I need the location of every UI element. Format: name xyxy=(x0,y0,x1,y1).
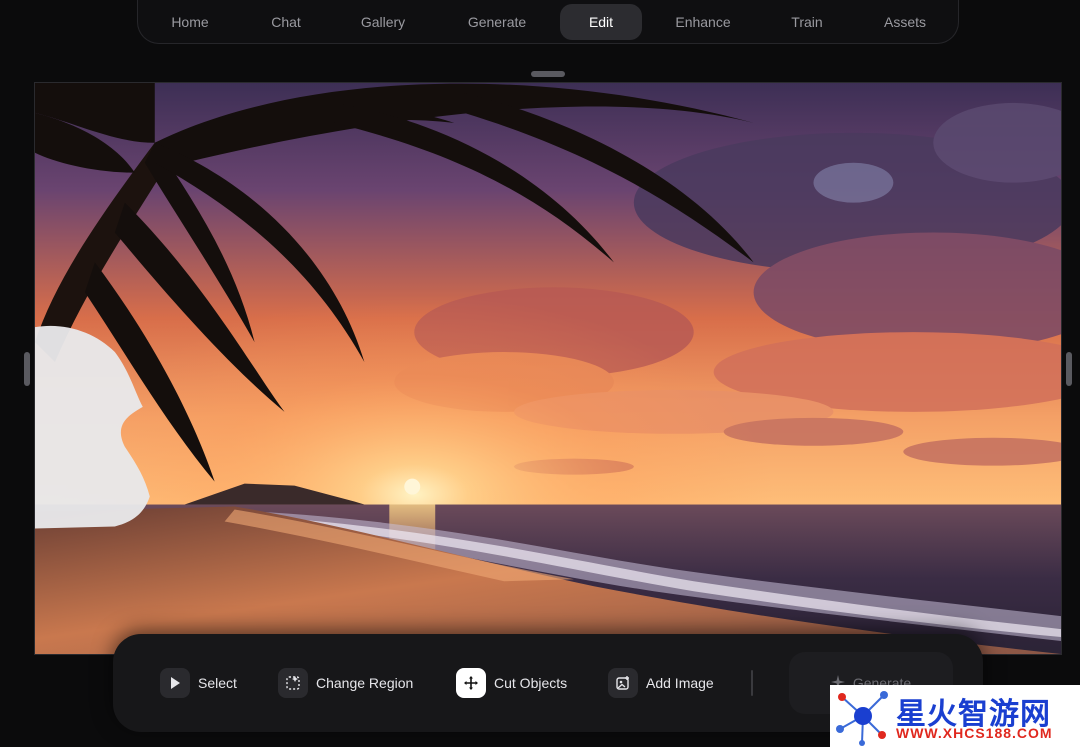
canvas-resize-handle-left[interactable] xyxy=(24,352,30,386)
select-tool-label: Select xyxy=(198,675,237,691)
watermark-url: WWW.XHCS188.COM xyxy=(896,725,1053,741)
nav-chat[interactable]: Chat xyxy=(256,4,316,40)
top-nav: Home Chat Gallery Generate Edit Enhance … xyxy=(137,0,959,44)
cut-objects-tool-button[interactable]: Cut Objects xyxy=(456,668,567,698)
cut-objects-tool-label: Cut Objects xyxy=(494,675,568,691)
nav-home[interactable]: Home xyxy=(160,4,220,40)
add-image-tool-button[interactable]: Add Image xyxy=(608,668,714,698)
move-icon xyxy=(456,668,486,698)
nav-enhance[interactable]: Enhance xyxy=(662,4,744,40)
canvas-resize-handle-top[interactable] xyxy=(531,71,565,77)
watermark: 星火智游网 WWW.XHCS188.COM xyxy=(830,685,1080,747)
select-tool-button[interactable]: Select xyxy=(160,668,237,698)
nav-assets[interactable]: Assets xyxy=(870,4,940,40)
watermark-logo-icon xyxy=(836,691,888,746)
add-image-icon xyxy=(608,668,638,698)
beach-sunset-image xyxy=(35,83,1061,654)
nav-train[interactable]: Train xyxy=(776,4,838,40)
cursor-icon xyxy=(160,668,190,698)
nav-edit[interactable]: Edit xyxy=(560,4,642,40)
canvas-resize-handle-right[interactable] xyxy=(1066,352,1072,386)
change-region-tool-label: Change Region xyxy=(316,675,414,691)
nav-gallery[interactable]: Gallery xyxy=(348,4,418,40)
add-image-tool-label: Add Image xyxy=(646,675,714,691)
sparkle-region-icon xyxy=(278,668,308,698)
nav-generate[interactable]: Generate xyxy=(456,4,538,40)
toolbar-divider xyxy=(751,670,753,696)
image-canvas[interactable] xyxy=(34,82,1062,655)
change-region-tool-button[interactable]: Change Region xyxy=(278,668,413,698)
